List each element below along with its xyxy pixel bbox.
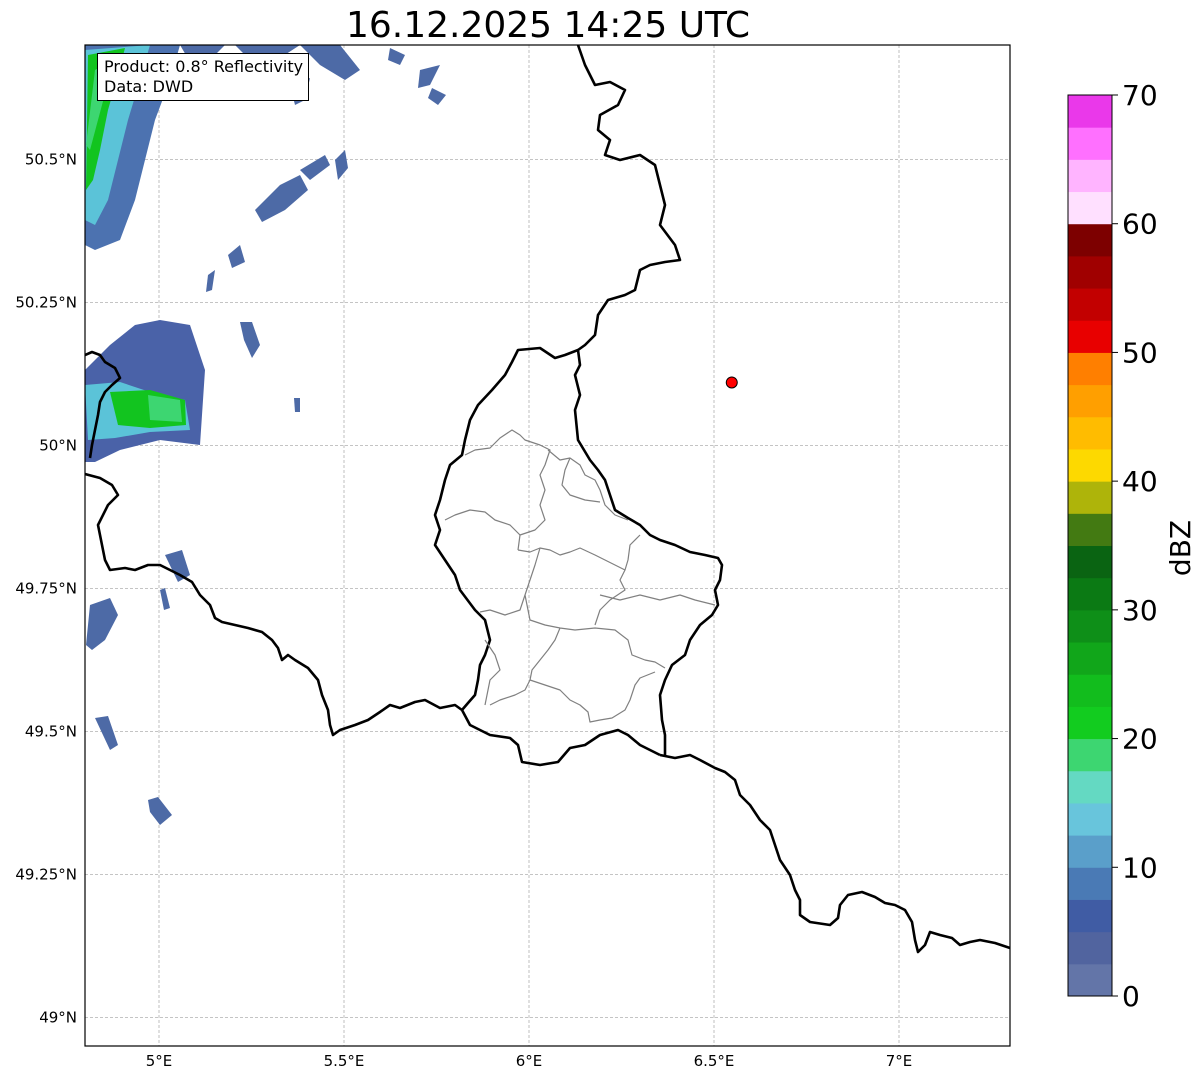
longitude-tick-label: 7°E xyxy=(886,1052,913,1070)
longitude-tick-label: 5°E xyxy=(146,1052,173,1070)
longitude-tick-label: 6°E xyxy=(516,1052,543,1070)
colorbar-band xyxy=(1068,738,1112,772)
latitude-tick-label: 49°N xyxy=(39,1008,77,1026)
colorbar-label: dBZ xyxy=(1164,520,1197,576)
colorbar-band xyxy=(1068,384,1112,418)
info-data-source: Data: DWD xyxy=(104,77,194,96)
colorbar-tick-label: 0 xyxy=(1122,980,1140,1013)
colorbar-tick-label: 30 xyxy=(1122,594,1158,627)
colorbar-band xyxy=(1068,867,1112,900)
colorbar-tick-label: 70 xyxy=(1122,79,1158,112)
colorbar-band xyxy=(1068,159,1112,193)
colorbar-band xyxy=(1068,642,1112,675)
colorbar-tick-label: 20 xyxy=(1122,723,1158,756)
colorbar-band xyxy=(1068,320,1112,353)
colorbar-band xyxy=(1068,352,1112,386)
colorbar-tick-label: 60 xyxy=(1122,208,1158,241)
colorbar-band xyxy=(1068,416,1112,450)
latitude-tick-label: 49.25°N xyxy=(15,865,77,883)
latitude-tick-label: 50.5°N xyxy=(25,150,77,168)
radar-map-figure: 16.12.2025 14:25 UTC 50.5°N 50.25°N 50°N… xyxy=(0,0,1202,1081)
colorbar-band xyxy=(1068,223,1112,257)
colorbar-band xyxy=(1068,545,1112,579)
colorbar-band xyxy=(1068,191,1112,225)
colorbar-band xyxy=(1068,770,1112,804)
latitude-tick-label: 49.75°N xyxy=(15,579,77,597)
colorbar-band xyxy=(1068,481,1112,514)
colorbar-tick-label: 10 xyxy=(1122,851,1158,884)
colorbar-band xyxy=(1068,448,1112,482)
colorbar-band xyxy=(1068,835,1112,868)
info-box: Product: 0.8° Reflectivity Data: DWD xyxy=(97,53,310,101)
colorbar-band xyxy=(1068,899,1112,933)
latitude-tick-labels: 50.5°N 50.25°N 50°N 49.75°N 49.5°N 49.25°N 49°… xyxy=(15,150,77,1026)
colorbar-band xyxy=(1068,802,1112,836)
radar-site-marker xyxy=(725,376,738,389)
colorbar-tick-label: 40 xyxy=(1122,465,1158,498)
colorbar-band xyxy=(1068,706,1112,740)
colorbar xyxy=(1067,94,1113,997)
colorbar-band xyxy=(1068,288,1112,321)
info-product: Product: 0.8° Reflectivity xyxy=(104,57,304,76)
echo-mid-streak-7 xyxy=(294,398,300,412)
map-canvas: 50.5°N 50.25°N 50°N 49.75°N 49.5°N 49.25°N 49°… xyxy=(15,44,1197,1070)
longitude-tick-label: 5.5°E xyxy=(324,1052,365,1070)
longitude-tick-labels: 5°E 5.5°E 6°E 6.5°E 7°E xyxy=(146,1052,913,1070)
colorbar-band xyxy=(1068,255,1112,289)
colorbar-band xyxy=(1068,609,1112,643)
colorbar-tick-label: 50 xyxy=(1122,336,1158,369)
longitude-tick-label: 6.5°E xyxy=(694,1052,735,1070)
colorbar-band xyxy=(1068,674,1112,707)
colorbar-band xyxy=(1068,95,1112,128)
colorbar-band xyxy=(1068,577,1112,611)
colorbar-tick-labels: 0 10 20 30 40 50 60 70 xyxy=(1112,79,1158,1013)
colorbar-band xyxy=(1068,513,1112,546)
colorbar-band xyxy=(1068,127,1112,160)
latitude-tick-label: 50°N xyxy=(39,436,77,454)
colorbar-band xyxy=(1068,931,1112,965)
latitude-tick-label: 49.5°N xyxy=(25,722,77,740)
colorbar-band xyxy=(1068,963,1112,997)
latitude-tick-label: 50.25°N xyxy=(15,293,77,311)
